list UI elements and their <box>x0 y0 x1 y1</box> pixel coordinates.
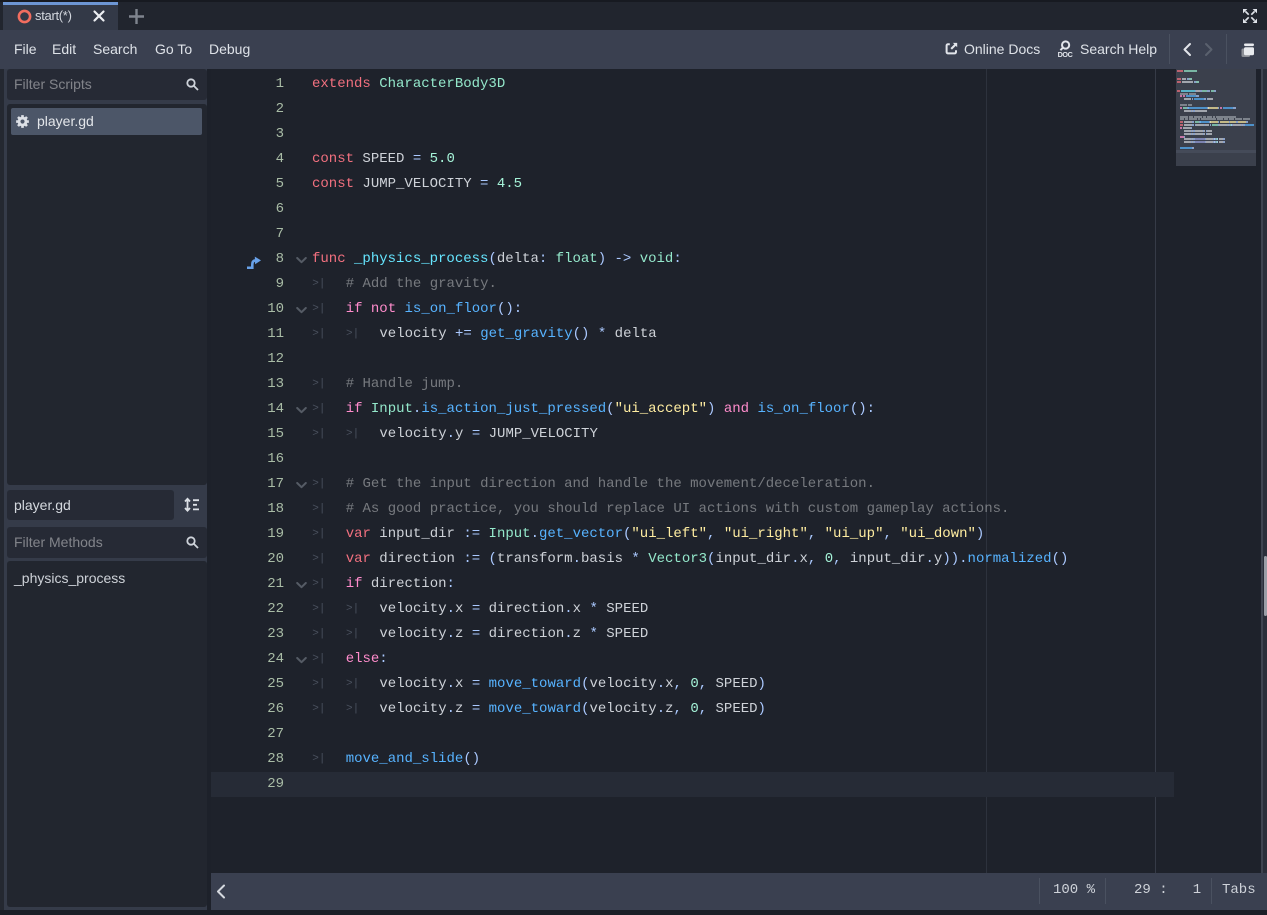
svg-text:DOC: DOC <box>1058 50 1073 58</box>
